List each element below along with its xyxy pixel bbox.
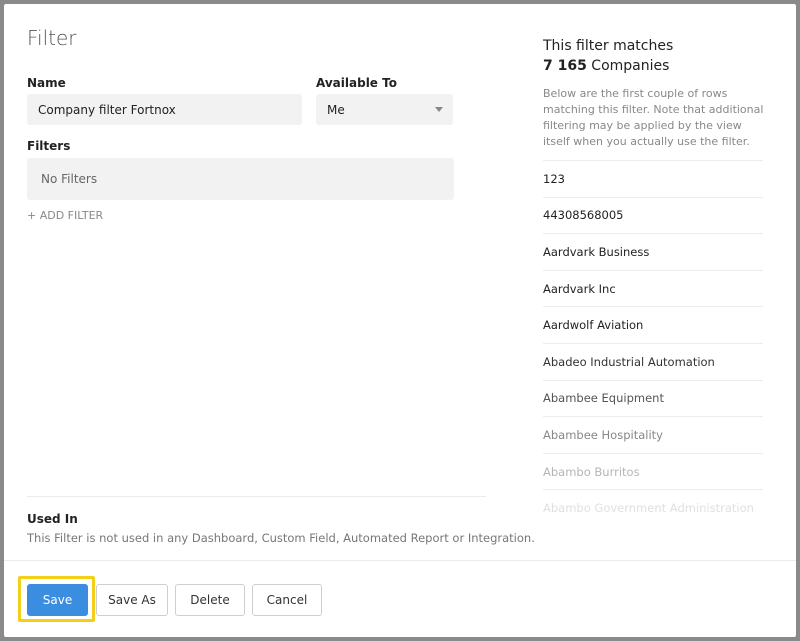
filter-dialog: Filter Name Company filter Fortnox Avail… bbox=[4, 4, 796, 637]
available-to-label: Available To bbox=[316, 76, 397, 90]
available-to-value: Me bbox=[327, 102, 345, 117]
list-item: Abambee Equipment bbox=[543, 379, 763, 417]
used-in-divider bbox=[27, 496, 486, 497]
name-input[interactable]: Company filter Fortnox bbox=[27, 94, 302, 125]
matches-description: Below are the first couple of rows match… bbox=[543, 87, 764, 148]
used-in-label: Used In bbox=[27, 512, 78, 526]
name-input-value: Company filter Fortnox bbox=[38, 102, 176, 117]
list-item: Abambee Hospitality bbox=[543, 416, 763, 453]
list-item: Aardvark Inc bbox=[543, 269, 763, 307]
filters-empty-text: No Filters bbox=[41, 172, 98, 186]
list-item: Abambo Burritos bbox=[543, 452, 763, 490]
available-to-select[interactable]: Me bbox=[316, 94, 453, 125]
cancel-button[interactable]: Cancel bbox=[252, 584, 322, 616]
list-item: Abadeo Industrial Automation bbox=[543, 342, 763, 380]
footer-divider bbox=[4, 560, 796, 561]
delete-button[interactable]: Delete bbox=[175, 584, 245, 616]
list-item: 123 bbox=[543, 160, 763, 197]
dialog-title: Filter bbox=[27, 26, 77, 50]
filters-label: Filters bbox=[27, 139, 71, 153]
matches-count-entity: Companies bbox=[591, 58, 670, 74]
save-button[interactable]: Save bbox=[27, 584, 88, 616]
matches-count-number: 7 165 bbox=[543, 58, 587, 74]
list-item: Abambo Government Administration bbox=[543, 489, 763, 526]
list-item: 44308568005 bbox=[543, 196, 763, 234]
matches-title: This filter matches bbox=[543, 38, 674, 54]
name-label: Name bbox=[27, 76, 66, 90]
used-in-text: This Filter is not used in any Dashboard… bbox=[27, 531, 535, 545]
matches-list: 123 44308568005 Aardvark Business Aardva… bbox=[543, 160, 763, 526]
filters-empty-box: No Filters bbox=[27, 158, 454, 200]
add-filter-link[interactable]: + ADD FILTER bbox=[27, 209, 103, 222]
save-as-button[interactable]: Save As bbox=[96, 584, 168, 616]
chevron-down-icon bbox=[435, 107, 443, 112]
matches-count: 7 165 Companies bbox=[543, 58, 669, 74]
list-item: Aardvark Business bbox=[543, 233, 763, 270]
list-item: Aardwolf Aviation bbox=[543, 306, 763, 343]
